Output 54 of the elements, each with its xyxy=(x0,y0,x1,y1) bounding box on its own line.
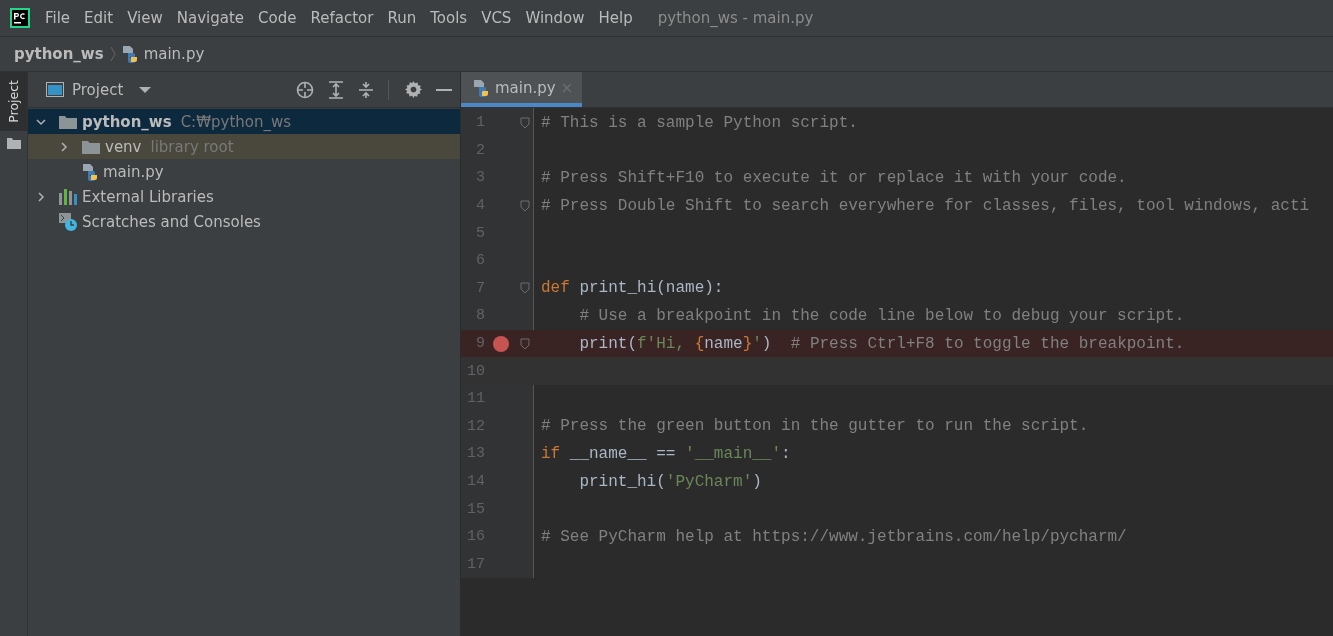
code-line: # Press the green button in the gutter to run the script. xyxy=(541,417,1089,436)
breakpoint-icon[interactable] xyxy=(493,335,509,352)
fold-marker-icon[interactable] xyxy=(520,116,530,129)
editor-tab[interactable]: main.py xyxy=(461,72,582,107)
code-line: # Press Double Shift to search everywhere for classes, files, tool windows, acti xyxy=(541,196,1310,215)
code-line: # Use a breakpoint in the code line below to debug your script. xyxy=(578,306,1185,325)
fold-marker-icon[interactable] xyxy=(520,337,530,350)
code-line: if __name__ == '__main__': xyxy=(541,444,791,463)
code-line: def print_hi(name): xyxy=(541,279,724,298)
code-line: # Press Shift+F10 to execute it or replace it with your code. xyxy=(541,169,1127,187)
python-file-icon xyxy=(121,45,138,63)
menu-item[interactable]: View xyxy=(120,9,170,27)
dropdown-caret-icon[interactable] xyxy=(139,85,152,94)
tree-item[interactable]: venv library root xyxy=(28,134,460,159)
python-file-icon xyxy=(82,162,98,181)
menu-item[interactable]: File xyxy=(38,9,78,27)
code-line: # See PyCharm help at https://www.jetbrains.com/help/pycharm/ xyxy=(541,527,1127,546)
window-icon xyxy=(46,82,64,97)
locate-icon[interactable] xyxy=(296,80,314,99)
line-number: 9 xyxy=(475,335,485,353)
menu-item[interactable]: Edit xyxy=(77,9,121,27)
menu-item[interactable]: Tools xyxy=(423,9,475,27)
menu-item[interactable]: Help xyxy=(591,9,640,27)
tree-item[interactable]: main.py xyxy=(28,159,460,184)
menu-item[interactable]: Window xyxy=(518,9,592,27)
app-logo-icon xyxy=(10,8,30,28)
chevron-icon xyxy=(109,46,116,62)
menu-item[interactable]: Run xyxy=(380,9,424,27)
tree-item[interactable]: Scratches and Consoles xyxy=(28,209,460,234)
menu-item[interactable]: Refactor xyxy=(303,9,381,27)
folder-icon xyxy=(6,136,21,149)
breadcrumb-item[interactable]: main.py xyxy=(143,45,205,63)
menu-item[interactable]: Code xyxy=(251,9,304,27)
window-title: python_ws - main.py xyxy=(657,9,814,27)
tree-item[interactable]: python_ws C:₩python_ws xyxy=(28,109,460,134)
code-line: print(f'Hi, {name}') # Press Ctrl+F8 to toggle the breakpoint. xyxy=(578,334,1185,353)
panel-title[interactable]: Project xyxy=(72,80,124,99)
menu-item[interactable]: Navigate xyxy=(169,9,252,27)
collapse-all-icon[interactable] xyxy=(358,80,374,99)
settings-icon[interactable] xyxy=(405,81,422,98)
console-clock-icon xyxy=(59,212,77,231)
fold-marker-icon[interactable] xyxy=(520,282,530,295)
folder-icon xyxy=(59,114,77,129)
libraries-icon xyxy=(59,188,77,205)
tool-window-tab[interactable]: Project xyxy=(0,72,27,131)
code-line: print_hi('PyCharm') xyxy=(578,472,762,491)
python-file-icon xyxy=(473,78,489,97)
expand-all-icon[interactable] xyxy=(328,80,344,99)
code-line: # This is a sample Python script. xyxy=(541,113,858,132)
tree-item[interactable]: External Libraries xyxy=(28,184,460,209)
folder-icon xyxy=(82,139,100,154)
fold-marker-icon[interactable] xyxy=(520,199,530,212)
menu-item[interactable]: VCS xyxy=(474,9,519,27)
breadcrumb-item[interactable]: python_ws xyxy=(14,45,104,63)
